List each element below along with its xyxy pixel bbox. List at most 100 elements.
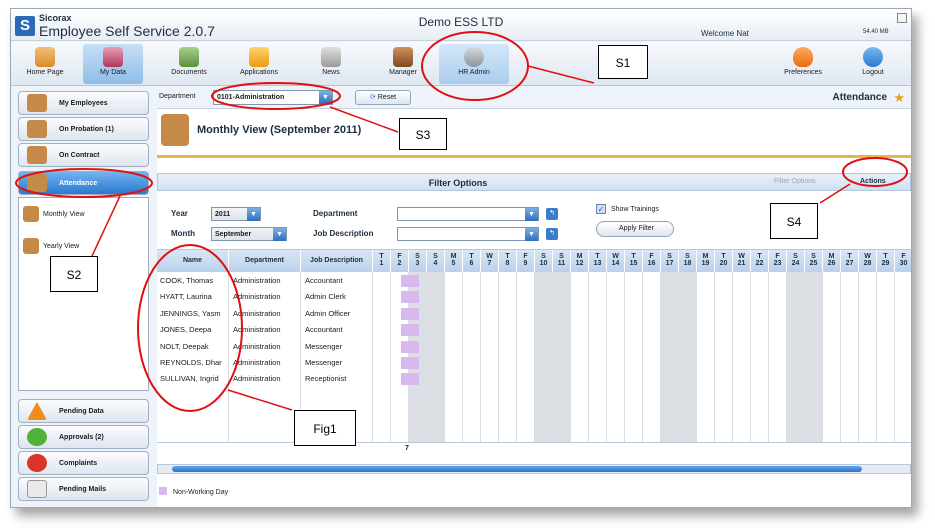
complaints-icon bbox=[27, 454, 47, 472]
day-number: 27 bbox=[845, 260, 854, 267]
day-header: T 27 bbox=[841, 250, 859, 272]
contract-icon bbox=[27, 146, 47, 164]
nav-logout[interactable]: Logout bbox=[843, 44, 903, 84]
nav-label: Applications bbox=[240, 69, 278, 76]
nav-news[interactable]: News bbox=[301, 44, 361, 84]
chevron-down-icon[interactable]: ▼ bbox=[247, 208, 260, 221]
clear-department-icon[interactable]: ↰ bbox=[546, 208, 558, 220]
nav-label: Home Page bbox=[26, 69, 64, 76]
sicorax-logo: S bbox=[15, 16, 35, 36]
month-select[interactable]: September ▼ bbox=[211, 227, 287, 241]
day-column bbox=[535, 272, 553, 442]
total-count: 7 bbox=[405, 445, 409, 452]
show-trainings-checkbox[interactable]: ✓ bbox=[596, 204, 606, 214]
sidebar-item-approvals[interactable]: Approvals (2) bbox=[18, 425, 149, 449]
sub-item-monthly-view[interactable]: Monthly View bbox=[23, 206, 85, 222]
day-number: 7 bbox=[487, 260, 492, 267]
tab-actions[interactable]: Actions bbox=[860, 178, 886, 185]
nav-documents[interactable]: Documents bbox=[159, 44, 219, 84]
day-letter: M bbox=[576, 253, 583, 260]
day-number: 9 bbox=[523, 260, 528, 267]
window-control-button[interactable] bbox=[897, 13, 907, 23]
department-select[interactable]: 0101-Administration ▼ bbox=[213, 90, 333, 105]
job-description-select[interactable]: ▼ bbox=[397, 227, 539, 241]
sidebar-item-pending-mails[interactable]: Pending Mails bbox=[18, 477, 149, 501]
day-letter: T bbox=[847, 253, 852, 260]
sidebar-item-on-contract[interactable]: On Contract bbox=[18, 143, 149, 167]
clear-job-description-icon[interactable]: ↰ bbox=[546, 228, 558, 240]
nav-home-page[interactable]: Home Page bbox=[15, 44, 75, 84]
day-header: S 17 bbox=[661, 250, 679, 272]
department-bar: Department 0101-Administration ▼ ⟳ Reset… bbox=[157, 87, 911, 109]
day-header: M5 bbox=[445, 250, 463, 272]
apply-filter-button[interactable]: Apply Filter bbox=[596, 221, 674, 237]
day-number: 14 bbox=[611, 260, 620, 267]
day-header: F 23 bbox=[769, 250, 787, 272]
chevron-down-icon[interactable]: ▼ bbox=[273, 228, 286, 241]
scrollbar-thumb[interactable] bbox=[172, 466, 862, 472]
column-header-name[interactable]: Name bbox=[157, 250, 229, 272]
day-column bbox=[823, 272, 841, 442]
row-job-cell: Receptionist bbox=[305, 374, 347, 384]
sidebar-item-complaints[interactable]: Complaints bbox=[18, 451, 149, 475]
warning-icon bbox=[27, 402, 47, 420]
day-number: 20 bbox=[719, 260, 728, 267]
show-trainings-label: Show Trainings bbox=[611, 206, 659, 213]
totals-row: 7 bbox=[157, 442, 911, 456]
day-number: 25 bbox=[809, 260, 818, 267]
day-number: 11 bbox=[557, 260, 566, 267]
day-column bbox=[589, 272, 607, 442]
nav-my-data[interactable]: My Data bbox=[83, 44, 143, 84]
tab-filter-options[interactable]: Filter Options bbox=[774, 178, 816, 185]
sidebar-item-label: On Probation (1) bbox=[59, 126, 114, 133]
chevron-down-icon[interactable]: ▼ bbox=[525, 208, 538, 221]
sidebar: My Employees On Probation (1) On Contrac… bbox=[11, 87, 156, 507]
reset-button[interactable]: ⟳ Reset bbox=[355, 90, 411, 105]
sidebar-item-label: Pending Data bbox=[59, 408, 104, 415]
row-name-cell: HYATT, Laurina bbox=[160, 292, 212, 302]
day-header: S 18 bbox=[679, 250, 697, 272]
horizontal-scrollbar[interactable] bbox=[157, 464, 911, 474]
day-number: 30 bbox=[899, 260, 908, 267]
sub-item-label: Monthly View bbox=[43, 210, 85, 218]
sub-item-yearly-view[interactable]: Yearly View bbox=[23, 238, 79, 254]
view-header: Monthly View (September 2011) bbox=[157, 110, 911, 158]
nav-label: Manager bbox=[389, 69, 417, 76]
day-letter: T bbox=[883, 253, 888, 260]
year-label: Year bbox=[171, 209, 188, 218]
row-job-cell: Accountant bbox=[305, 276, 343, 285]
view-title: Monthly View (September 2011) bbox=[197, 124, 362, 136]
news-icon bbox=[321, 47, 341, 67]
day-header: W 21 bbox=[733, 250, 751, 272]
home-icon bbox=[35, 47, 55, 67]
day-column bbox=[499, 272, 517, 442]
nav-applications[interactable]: Applications bbox=[229, 44, 289, 84]
filter-department-select[interactable]: ▼ bbox=[397, 207, 539, 221]
column-header-department[interactable]: Department bbox=[229, 250, 301, 272]
nav-hr-admin[interactable]: HR Admin bbox=[439, 44, 509, 84]
chevron-down-icon[interactable]: ▼ bbox=[319, 91, 332, 104]
non-working-day-cell bbox=[401, 291, 419, 304]
chevron-down-icon[interactable]: ▼ bbox=[525, 228, 538, 241]
nav-preferences[interactable]: Preferences bbox=[773, 44, 833, 84]
day-header: T 22 bbox=[751, 250, 769, 272]
sidebar-item-my-employees[interactable]: My Employees bbox=[18, 91, 149, 115]
sidebar-item-attendance[interactable]: Attendance bbox=[18, 171, 149, 195]
day-number: 19 bbox=[701, 260, 710, 267]
year-select[interactable]: 2011 ▼ bbox=[211, 207, 261, 221]
column-header-job-description[interactable]: Job Description bbox=[301, 250, 373, 272]
row-job-cell: Admin Officer bbox=[305, 308, 351, 318]
day-header: F9 bbox=[517, 250, 535, 272]
day-number: 26 bbox=[827, 260, 836, 267]
day-header: F 30 bbox=[895, 250, 911, 272]
favorite-star-icon[interactable]: ★ bbox=[893, 90, 905, 106]
title-bar: S Sicorax Employee Self Service 2.0.7 De… bbox=[11, 9, 911, 41]
sidebar-item-pending-data[interactable]: Pending Data bbox=[18, 399, 149, 423]
nav-label: HR Admin bbox=[458, 69, 490, 76]
nav-manager[interactable]: Manager bbox=[373, 44, 433, 84]
day-letter: S bbox=[541, 253, 546, 260]
day-letter: M bbox=[702, 253, 709, 260]
sidebar-item-on-probation[interactable]: On Probation (1) bbox=[18, 117, 149, 141]
row-name-cell: NOLT, Deepak bbox=[160, 341, 209, 351]
day-header: S 10 bbox=[535, 250, 553, 272]
